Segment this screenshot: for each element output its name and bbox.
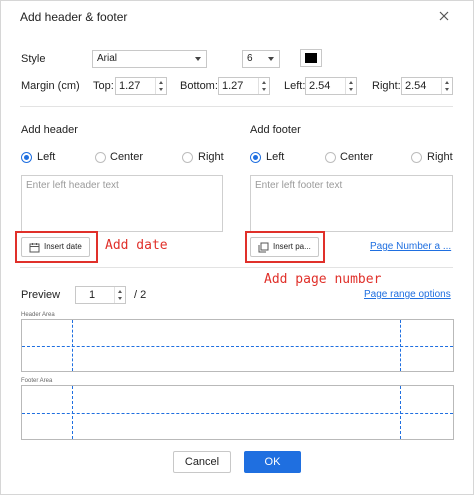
divider: [20, 106, 453, 107]
annotation-box-insert-page: [245, 231, 325, 263]
header-align-left-radio[interactable]: [21, 152, 32, 163]
margin-label: Margin (cm): [21, 80, 80, 92]
font-color-picker[interactable]: [300, 49, 322, 67]
margin-right-spinner[interactable]: 2.54: [401, 77, 453, 95]
margin-top-label: Top:: [93, 80, 114, 92]
arrow-down-icon[interactable]: [262, 88, 266, 91]
font-select-value: Arial: [97, 53, 118, 64]
color-swatch: [305, 53, 317, 63]
preview-label: Preview: [21, 289, 61, 301]
arrow-up-icon[interactable]: [349, 81, 353, 84]
header-align-center-label[interactable]: Center: [110, 151, 143, 163]
footer-align-center-label[interactable]: Center: [340, 151, 373, 163]
margin-left-spinner[interactable]: 2.54: [305, 77, 357, 95]
arrow-down-icon[interactable]: [349, 88, 353, 91]
margin-top-spinner[interactable]: 1.27: [115, 77, 167, 95]
footer-text-placeholder: Enter left footer text: [255, 180, 343, 191]
footer-area-label: Footer Area: [21, 378, 53, 384]
footer-align-right-label[interactable]: Right: [427, 151, 453, 163]
spinner-arrows[interactable]: [155, 78, 166, 94]
spinner-arrows[interactable]: [258, 78, 269, 94]
header-text-input[interactable]: Enter left header text: [21, 175, 223, 232]
arrow-down-icon[interactable]: [118, 297, 122, 300]
font-size-select[interactable]: 6: [242, 50, 280, 68]
ok-button[interactable]: OK: [244, 451, 301, 473]
arrow-up-icon[interactable]: [445, 81, 449, 84]
add-footer-title: Add footer: [250, 124, 301, 136]
chevron-down-icon: [195, 57, 201, 61]
margin-right-value: 2.54: [405, 80, 427, 92]
margin-bottom-spinner[interactable]: 1.27: [218, 77, 270, 95]
font-size-value: 6: [247, 53, 253, 64]
divider: [20, 267, 453, 268]
close-icon[interactable]: [437, 9, 451, 23]
arrow-up-icon[interactable]: [262, 81, 266, 84]
footer-align-left-label[interactable]: Left: [266, 151, 284, 163]
footer-text-input[interactable]: Enter left footer text: [250, 175, 453, 232]
margin-guide-right: [400, 386, 401, 439]
header-align-center-radio[interactable]: [95, 152, 106, 163]
arrow-up-icon[interactable]: [159, 81, 163, 84]
margin-top-value: 1.27: [119, 80, 141, 92]
spinner-arrows[interactable]: [114, 287, 125, 303]
margin-guide-left: [72, 386, 73, 439]
header-text-placeholder: Enter left header text: [26, 180, 119, 191]
margin-bottom-value: 1.27: [222, 80, 244, 92]
footer-align-right-radio[interactable]: [411, 152, 422, 163]
margin-guide-horizontal: [22, 413, 453, 414]
header-align-left-label[interactable]: Left: [37, 151, 55, 163]
header-area-preview: [21, 319, 454, 372]
arrow-down-icon[interactable]: [445, 88, 449, 91]
close-button[interactable]: [437, 9, 451, 23]
dialog-title: Add header & footer: [20, 10, 128, 24]
annotation-add-page-number: Add page number: [264, 272, 382, 287]
annotation-add-date: Add date: [105, 238, 168, 253]
add-header-title: Add header: [21, 124, 78, 136]
preview-page-spinner[interactable]: 1: [75, 286, 126, 304]
preview-page-value: 1: [89, 289, 96, 301]
margin-left-label: Left:: [284, 80, 306, 92]
margin-guide-horizontal: [22, 346, 453, 347]
font-select[interactable]: Arial: [92, 50, 207, 68]
footer-align-center-radio[interactable]: [325, 152, 336, 163]
footer-area-preview: [21, 385, 454, 440]
spinner-arrows[interactable]: [441, 78, 452, 94]
page-range-options-link[interactable]: Page range options: [364, 289, 451, 300]
style-label: Style: [21, 53, 46, 65]
page-number-options-link[interactable]: Page Number a ...: [370, 241, 451, 252]
arrow-down-icon[interactable]: [159, 88, 163, 91]
chevron-down-icon: [268, 57, 274, 61]
header-align-right-radio[interactable]: [182, 152, 193, 163]
margin-guide-left: [72, 320, 73, 371]
margin-right-label: Right:: [372, 80, 401, 92]
margin-left-value: 2.54: [309, 80, 331, 92]
margin-bottom-label: Bottom:: [180, 80, 218, 92]
annotation-box-insert-date: [15, 231, 98, 263]
spinner-arrows[interactable]: [345, 78, 356, 94]
cancel-button[interactable]: Cancel: [173, 451, 231, 473]
preview-page-total: / 2: [134, 289, 147, 301]
arrow-up-icon[interactable]: [118, 290, 122, 293]
footer-align-left-radio[interactable]: [250, 152, 261, 163]
header-area-label: Header Area: [21, 312, 55, 318]
header-align-right-label[interactable]: Right: [198, 151, 224, 163]
margin-guide-right: [400, 320, 401, 371]
